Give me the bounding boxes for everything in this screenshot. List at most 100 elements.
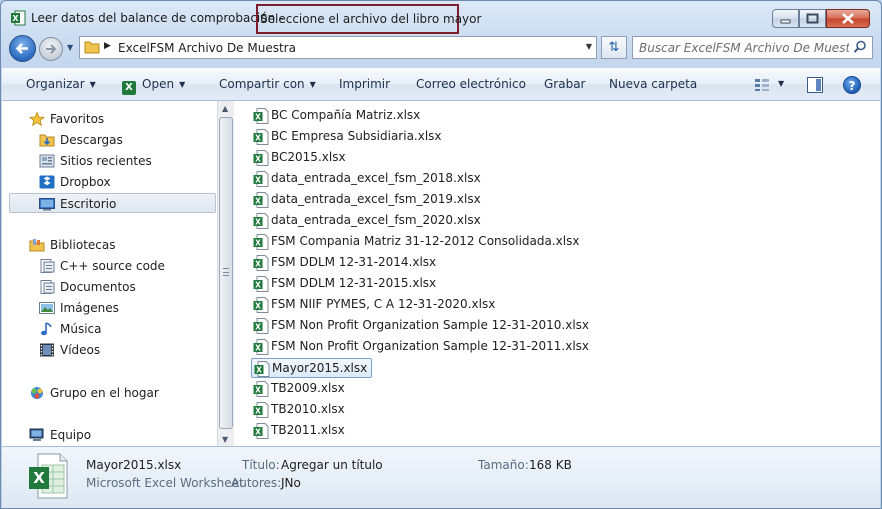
file-item[interactable]: X FSM NIIF PYMES, C A 12-31-2020.xlsx xyxy=(251,295,499,315)
file-item[interactable]: Xdata_entrada_excel_fsm_2020.xlsx xyxy=(251,211,485,231)
organize-menu-button[interactable]: Organizar ▼ xyxy=(26,77,96,91)
nav-downloads[interactable]: Descargas xyxy=(2,130,216,150)
file-item[interactable]: X BC2015.xlsx xyxy=(251,148,350,168)
burn-button[interactable]: Grabar xyxy=(544,77,586,91)
detail-title-label: Título: xyxy=(242,458,280,472)
detail-title-value[interactable]: Agregar un título xyxy=(281,458,383,472)
navigation-pane: Favoritos Descargas Sitios recientes Dro… xyxy=(2,101,217,446)
svg-text:X: X xyxy=(255,196,261,205)
address-dropdown-icon[interactable]: ▼ xyxy=(586,42,592,51)
back-button[interactable] xyxy=(9,35,36,62)
file-item[interactable]: X TB2011.xlsx xyxy=(251,421,349,441)
new-folder-button[interactable]: Nueva carpeta xyxy=(609,77,697,91)
nav-cpp-source[interactable]: C++ source code xyxy=(2,256,216,276)
scroll-up-icon[interactable]: ▲ xyxy=(222,104,228,113)
detail-authors-value[interactable]: JNo xyxy=(281,476,301,490)
nav-scrollbar[interactable]: ▲ ▼ xyxy=(217,101,234,446)
nav-recent-places[interactable]: Sitios recientes xyxy=(2,151,216,171)
file-name: data_entrada_excel_fsm_2019.xlsx xyxy=(271,192,481,206)
nav-videos[interactable]: Vídeos xyxy=(2,340,216,360)
excel-file-icon: X xyxy=(253,402,269,418)
file-item[interactable]: X TB2009.xlsx xyxy=(251,379,349,399)
detail-authors-label: Autores: xyxy=(231,476,282,490)
maximize-icon xyxy=(806,13,819,24)
scrollbar-grip xyxy=(223,268,229,276)
file-item[interactable]: X FSM Compania Matriz 31-12-2012 Consolid… xyxy=(251,232,583,252)
file-name: TB2011.xlsx xyxy=(271,423,345,437)
file-item[interactable]: X BC Compañía Matriz.xlsx xyxy=(251,106,424,126)
file-item[interactable]: X FSM DDLM 12-31-2015.xlsx xyxy=(251,274,440,294)
address-bar[interactable]: ▶ ExcelFSM Archivo De Muestra ▼ xyxy=(79,36,597,59)
nav-desktop[interactable]: Escritorio xyxy=(9,193,216,213)
maximize-button[interactable] xyxy=(799,9,826,28)
breadcrumb-chevron-icon[interactable]: ▶ xyxy=(104,41,111,51)
nav-images[interactable]: Imágenes xyxy=(2,298,216,318)
open-label: Open xyxy=(142,77,175,91)
scroll-down-icon[interactable]: ▼ xyxy=(222,435,228,444)
file-item[interactable]: X FSM DDLM 12-31-2014.xlsx xyxy=(251,253,440,273)
nav-favorites[interactable]: Favoritos xyxy=(2,109,216,129)
nav-label: Documentos xyxy=(60,280,136,294)
nav-dropbox[interactable]: Dropbox xyxy=(2,172,216,192)
svg-text:X: X xyxy=(255,259,261,268)
nav-music[interactable]: Música xyxy=(2,319,216,339)
forward-button[interactable] xyxy=(39,37,63,61)
refresh-button[interactable]: ⇅ xyxy=(601,36,627,59)
folder-icon xyxy=(84,41,100,54)
detail-size-value: 168 KB xyxy=(529,458,572,472)
breadcrumb-folder[interactable]: ExcelFSM Archivo De Muestra xyxy=(118,41,296,55)
search-input[interactable] xyxy=(639,40,849,56)
file-name: FSM Compania Matriz 31-12-2012 Consolida… xyxy=(271,234,580,248)
file-item[interactable]: X Mayor2015.xlsx xyxy=(251,358,373,378)
svg-text:X: X xyxy=(255,112,261,121)
excel-file-icon: X xyxy=(253,255,269,271)
minimize-button[interactable] xyxy=(772,9,799,28)
title-bar[interactable]: X Leer datos del balance de comprobación… xyxy=(1,1,881,34)
nav-label: C++ source code xyxy=(60,259,165,273)
excel-icon: X xyxy=(11,10,26,26)
nav-libraries[interactable]: Bibliotecas xyxy=(2,235,216,255)
content-area: Favoritos Descargas Sitios recientes Dro… xyxy=(2,101,880,446)
svg-text:X: X xyxy=(255,301,261,310)
organize-label: Organizar xyxy=(26,77,85,91)
share-menu-button[interactable]: Compartir con ▼ xyxy=(219,77,316,91)
file-dialog-window: X Leer datos del balance de comprobación… xyxy=(0,0,882,509)
search-icon xyxy=(853,40,866,53)
share-label: Compartir con xyxy=(219,77,305,91)
file-item[interactable]: Xdata_entrada_excel_fsm_2018.xlsx xyxy=(251,169,485,189)
nav-documents[interactable]: Documentos xyxy=(2,277,216,297)
email-button[interactable]: Correo electrónico xyxy=(416,77,526,91)
views-icon[interactable] xyxy=(754,78,770,92)
computer-icon xyxy=(29,428,44,441)
help-icon[interactable]: ? xyxy=(843,76,861,94)
file-item[interactable]: X FSM Non Profit Organization Sample 12-3… xyxy=(251,316,593,336)
excel-file-icon: X xyxy=(253,423,269,439)
file-item[interactable]: X FSM Non Profit Organization Sample 12-3… xyxy=(251,337,593,357)
svg-text:X: X xyxy=(256,365,262,374)
file-item[interactable]: X TB2010.xlsx xyxy=(251,400,349,420)
recent-places-icon xyxy=(39,154,55,168)
search-box[interactable] xyxy=(632,36,873,59)
images-icon xyxy=(39,302,55,314)
nav-homegroup[interactable]: Grupo en el hogar xyxy=(2,383,216,403)
new-folder-label: Nueva carpeta xyxy=(609,77,698,91)
close-button[interactable] xyxy=(826,9,870,28)
excel-file-icon: X xyxy=(253,297,269,313)
open-button[interactable]: X Open ▼ xyxy=(122,77,185,95)
scrollbar-thumb[interactable] xyxy=(219,117,233,429)
nav-computer[interactable]: Equipo xyxy=(2,425,216,445)
file-item[interactable]: X BC Empresa Subsidiaria.xlsx xyxy=(251,127,446,147)
chevron-down-icon: ▼ xyxy=(309,80,316,89)
file-item[interactable]: Xdata_entrada_excel_fsm_2019.xlsx xyxy=(251,190,485,210)
detail-file-type: Microsoft Excel Worksheet xyxy=(86,476,244,490)
recent-pages-dropdown-icon[interactable]: ▼ xyxy=(67,43,77,53)
file-name: TB2009.xlsx xyxy=(271,381,345,395)
svg-text:X: X xyxy=(255,406,261,415)
preview-pane-icon[interactable] xyxy=(807,77,823,93)
svg-text:X: X xyxy=(255,238,261,247)
file-name: FSM DDLM 12-31-2015.xlsx xyxy=(271,276,437,290)
print-button[interactable]: Imprimir xyxy=(339,77,390,91)
views-dropdown-icon[interactable]: ▼ xyxy=(778,79,784,88)
star-icon xyxy=(29,112,45,126)
file-name: FSM DDLM 12-31-2014.xlsx xyxy=(271,255,437,269)
